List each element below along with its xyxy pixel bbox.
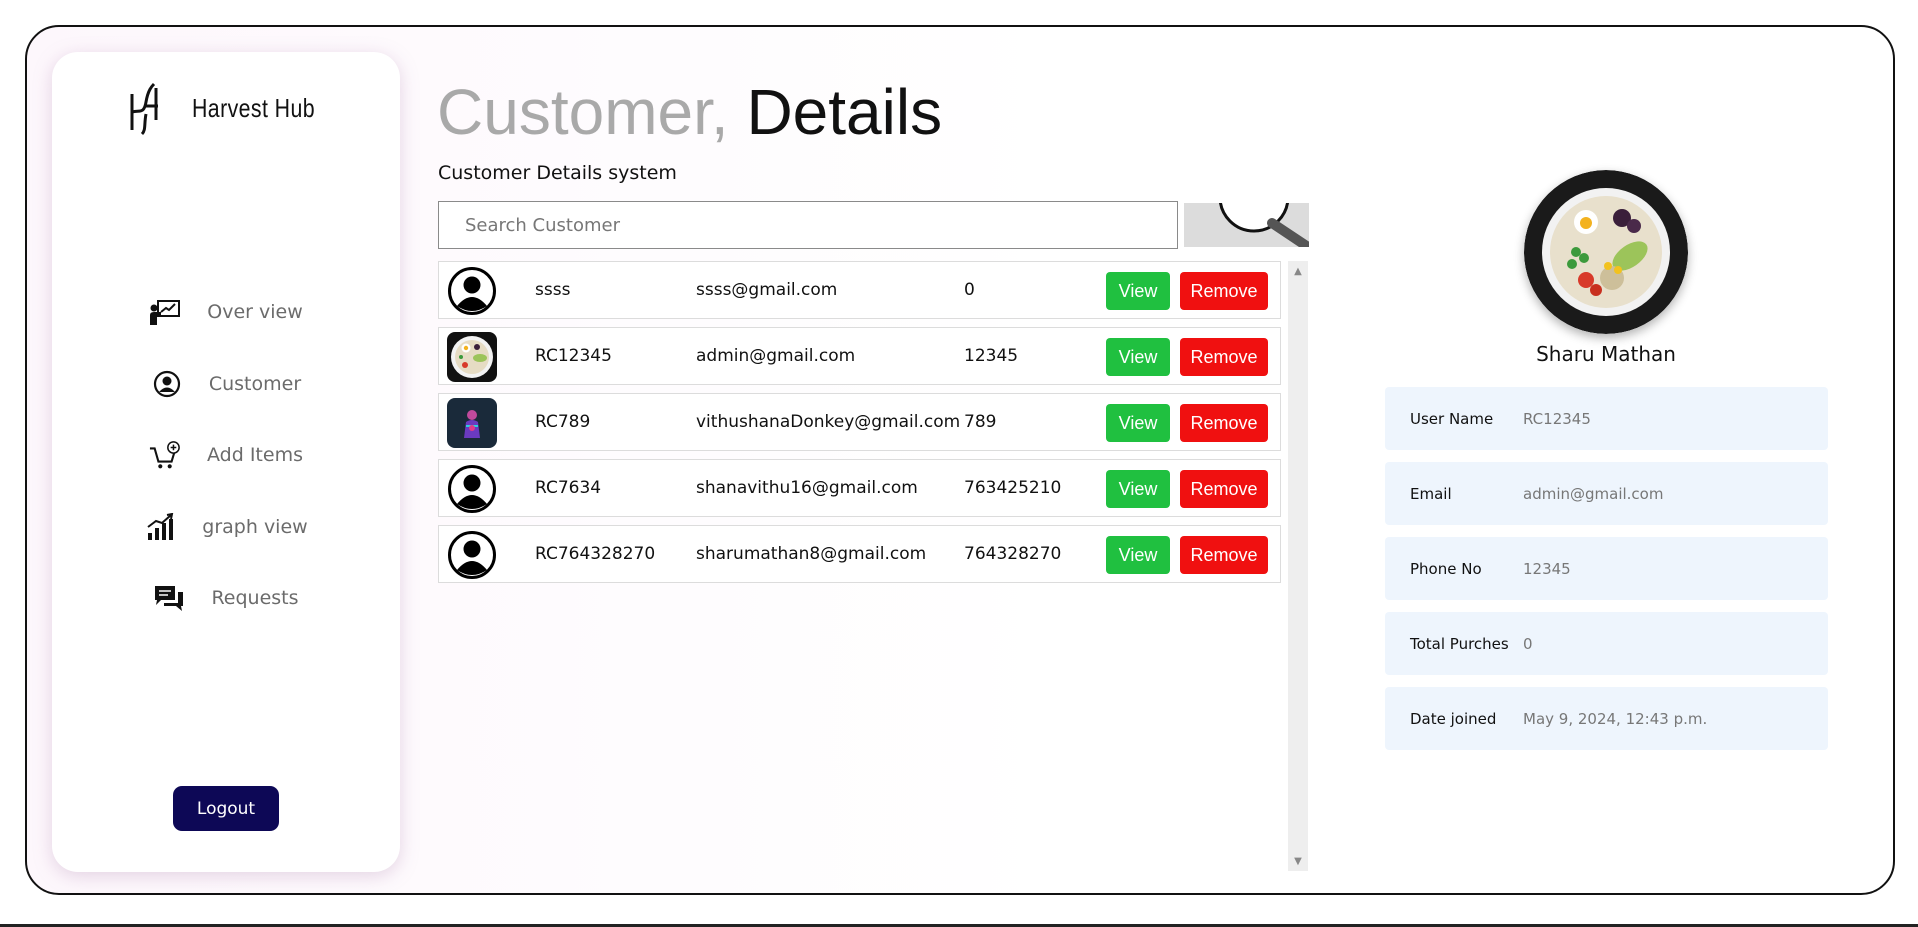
profile-avatar bbox=[1524, 170, 1688, 334]
table-row: RC12345 admin@gmail.com 12345 View Remove bbox=[438, 327, 1281, 385]
logout-button[interactable]: Logout bbox=[173, 786, 279, 831]
customer-id: RC764328270 bbox=[535, 544, 656, 564]
customer-id: RC7634 bbox=[535, 478, 602, 498]
sidebar-item-label: Add Items bbox=[207, 444, 303, 466]
customer-phone: 764328270 bbox=[964, 544, 1062, 564]
page-subtitle: Customer Details system bbox=[438, 162, 677, 184]
customer-email: shanavithu16@gmail.com bbox=[696, 478, 918, 498]
info-value: admin@gmail.com bbox=[1523, 484, 1664, 503]
remove-button[interactable]: Remove bbox=[1180, 272, 1268, 310]
customer-list: ssss ssss@gmail.com 0 View Remove RC12345 admi… bbox=[438, 261, 1311, 871]
profile-name: Sharu Mathan bbox=[1536, 342, 1676, 366]
sidebar-item-add-items[interactable]: Add Items bbox=[52, 435, 400, 475]
view-button[interactable]: View bbox=[1106, 536, 1170, 574]
sidebar-item-overview[interactable]: Over view bbox=[52, 292, 400, 332]
customer-id: RC12345 bbox=[535, 346, 612, 366]
sidebar-item-customer[interactable]: Customer bbox=[52, 364, 400, 404]
sidebar: Harvest Hub Over view Customer Add Items… bbox=[52, 52, 400, 872]
view-button[interactable]: View bbox=[1106, 272, 1170, 310]
remove-button[interactable]: Remove bbox=[1180, 338, 1268, 376]
scroll-down-arrow-icon[interactable]: ▼ bbox=[1288, 851, 1308, 871]
info-value: RC12345 bbox=[1523, 409, 1591, 428]
customer-email: ssss@gmail.com bbox=[696, 280, 838, 300]
page-title-main: Details bbox=[746, 76, 943, 148]
page-title-prefix: Customer, bbox=[437, 76, 729, 148]
info-label: Email bbox=[1410, 484, 1452, 503]
customer-avatar bbox=[447, 464, 497, 514]
customer-email: sharumathan8@gmail.com bbox=[696, 544, 927, 564]
scroll-up-arrow-icon[interactable]: ▲ bbox=[1288, 261, 1308, 281]
customer-phone: 12345 bbox=[964, 346, 1019, 366]
info-value: 0 bbox=[1523, 634, 1533, 653]
cart-plus-icon bbox=[149, 439, 181, 471]
search-input[interactable] bbox=[438, 201, 1178, 249]
list-scrollbar[interactable]: ▲ ▼ bbox=[1288, 261, 1308, 871]
sidebar-item-label: Requests bbox=[211, 587, 299, 609]
app-logo: Harvest Hub bbox=[126, 78, 342, 138]
view-button[interactable]: View bbox=[1106, 404, 1170, 442]
remove-button[interactable]: Remove bbox=[1180, 404, 1268, 442]
presentation-chart-icon bbox=[149, 296, 181, 328]
info-value: May 9, 2024, 12:43 p.m. bbox=[1523, 709, 1708, 728]
sidebar-item-label: Over view bbox=[207, 301, 303, 323]
info-card-username: User Name RC12345 bbox=[1385, 387, 1828, 450]
info-value: 12345 bbox=[1523, 559, 1571, 578]
customer-id: ssss bbox=[535, 280, 571, 300]
sidebar-item-requests[interactable]: Requests bbox=[52, 578, 400, 618]
customer-avatar bbox=[447, 530, 497, 580]
table-row: ssss ssss@gmail.com 0 View Remove bbox=[438, 261, 1281, 319]
user-circle-icon bbox=[151, 368, 183, 400]
customer-phone: 0 bbox=[964, 280, 975, 300]
customer-avatar bbox=[447, 332, 497, 382]
remove-button[interactable]: Remove bbox=[1180, 470, 1268, 508]
table-row: RC7634 shanavithu16@gmail.com 763425210 Vie… bbox=[438, 459, 1281, 517]
remove-button[interactable]: Remove bbox=[1180, 536, 1268, 574]
customer-avatar bbox=[447, 398, 497, 448]
customer-id: RC789 bbox=[535, 412, 591, 432]
food-bowl-icon bbox=[1524, 170, 1688, 334]
info-card-date-joined: Date joined May 9, 2024, 12:43 p.m. bbox=[1385, 687, 1828, 750]
info-card-phone: Phone No 12345 bbox=[1385, 537, 1828, 600]
info-label: User Name bbox=[1410, 409, 1494, 428]
customer-email: admin@gmail.com bbox=[696, 346, 856, 366]
customer-phone: 789 bbox=[964, 412, 997, 432]
info-card-email: Email admin@gmail.com bbox=[1385, 462, 1828, 525]
app-name: Harvest Hub bbox=[192, 92, 315, 123]
table-row: RC764328270 sharumathan8@gmail.com 7643282… bbox=[438, 525, 1281, 583]
info-label: Phone No bbox=[1410, 559, 1482, 578]
table-row: RC789 vithushanaDonkey@gmail.com 789 View Re… bbox=[438, 393, 1281, 451]
sidebar-item-label: graph view bbox=[202, 516, 308, 538]
info-label: Total Purches bbox=[1410, 634, 1509, 653]
sidebar-item-label: Customer bbox=[208, 373, 302, 395]
customer-phone: 763425210 bbox=[964, 478, 1062, 498]
info-card-total-purchases: Total Purches 0 bbox=[1385, 612, 1828, 675]
view-button[interactable]: View bbox=[1106, 470, 1170, 508]
page-title: Customer, Details bbox=[437, 72, 942, 152]
view-button[interactable]: View bbox=[1106, 338, 1170, 376]
chat-bubbles-icon bbox=[153, 582, 185, 614]
sidebar-item-graph-view[interactable]: graph view bbox=[52, 507, 400, 547]
bar-growth-icon bbox=[144, 511, 176, 543]
customer-email: vithushanaDonkey@gmail.com bbox=[696, 412, 961, 432]
customer-avatar bbox=[447, 266, 497, 316]
info-label: Date joined bbox=[1410, 709, 1497, 728]
magnifier-icon bbox=[1219, 203, 1309, 247]
harvest-hub-logo-icon bbox=[130, 82, 158, 136]
search-button[interactable] bbox=[1184, 203, 1309, 247]
